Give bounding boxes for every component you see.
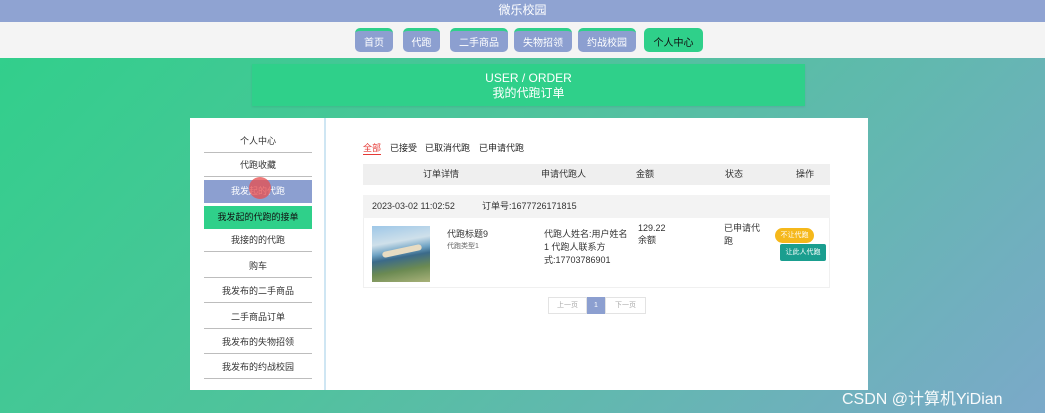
header-applicant: 申请代跑人 — [541, 169, 587, 179]
sidebar: 个人中心 代跑收藏 我发起的代跑 我发起的代跑的接单 我接的的代跑 购车 我发布… — [190, 118, 326, 390]
sidebar-item-my-secondhand[interactable]: 我发布的二手商品 — [204, 280, 312, 303]
tab-all[interactable]: 全部 — [363, 141, 382, 155]
order-number: 订单号:1677726171815 — [482, 201, 577, 211]
watermark: CSDN @计算机YiDian — [842, 391, 1003, 408]
click-indicator — [249, 177, 271, 199]
reject-errand-button[interactable]: 不让代跑 — [775, 228, 814, 243]
content-card: 个人中心 代跑收藏 我发起的代跑 我发起的代跑的接单 我接的的代跑 购车 我发布… — [190, 118, 868, 390]
sidebar-item-my-errand-orders[interactable]: 我发起的代跑的接单 — [204, 206, 312, 229]
tab-cancelled[interactable]: 已取消代跑 — [425, 141, 470, 154]
order-header: 2023-03-02 11:02:52 订单号:1677726171815 — [363, 195, 830, 218]
prev-page-button[interactable]: 上一页 — [548, 297, 587, 314]
nav-home[interactable]: 首页 — [355, 28, 393, 52]
sidebar-item-errand-favorites[interactable]: 代跑收藏 — [204, 154, 312, 177]
page-banner: USER / ORDER 我的代跑订单 — [252, 64, 805, 106]
main-nav: 首页 代跑 二手商品 失物招领 约战校园 个人中心 — [0, 22, 1045, 58]
sidebar-item-accepted-errands[interactable]: 我接的的代跑 — [204, 229, 312, 252]
banner-title: 我的代跑订单 — [492, 86, 565, 100]
header-action: 操作 — [796, 169, 815, 179]
sidebar-item-my-campus-battle[interactable]: 我发布的约战校园 — [204, 356, 312, 379]
table-header: 订单详情 申请代跑人 金额 状态 操作 — [363, 164, 830, 185]
nav-errand[interactable]: 代跑 — [403, 28, 440, 52]
site-title: 微乐校园 — [0, 0, 1045, 22]
tab-accepted[interactable]: 已接受 — [390, 141, 417, 154]
banner-subtitle: USER / ORDER — [485, 71, 572, 85]
header-status: 状态 — [725, 169, 744, 179]
item-type: 代跑类型1 — [447, 243, 479, 250]
sidebar-item-personal-center[interactable]: 个人中心 — [204, 130, 312, 153]
nav-personal-center[interactable]: 个人中心 — [644, 28, 703, 52]
sidebar-item-cart[interactable]: 购车 — [204, 255, 312, 278]
nav-lost-found[interactable]: 失物招领 — [514, 28, 572, 52]
sidebar-item-my-lost-found[interactable]: 我发布的失物招领 — [204, 331, 312, 354]
sidebar-item-secondhand-orders[interactable]: 二手商品订单 — [204, 306, 312, 329]
accept-errand-button[interactable]: 让此人代跑 — [780, 244, 826, 261]
header-amount: 金额 — [636, 169, 655, 179]
table-row: 代跑标题9 代跑类型1 代跑人姓名:用户姓名1 代跑人联系方式:17703786… — [363, 218, 830, 288]
item-thumbnail[interactable] — [372, 226, 430, 282]
nav-campus-battle[interactable]: 约战校园 — [578, 28, 636, 52]
tab-applied[interactable]: 已申请代跑 — [479, 141, 524, 154]
next-page-button[interactable]: 下一页 — [605, 297, 646, 314]
nav-secondhand[interactable]: 二手商品 — [450, 28, 508, 52]
page-1-button[interactable]: 1 — [587, 297, 605, 314]
header-detail: 订单详情 — [423, 169, 460, 179]
applicant-info: 代跑人姓名:用户姓名1 代跑人联系方式:17703786901 — [544, 229, 628, 265]
order-status: 已申请代跑 — [724, 223, 761, 246]
order-amount-unit: 余额 — [638, 235, 657, 245]
order-datetime: 2023-03-02 11:02:52 — [372, 201, 455, 211]
thumbnail-detail — [381, 243, 423, 259]
